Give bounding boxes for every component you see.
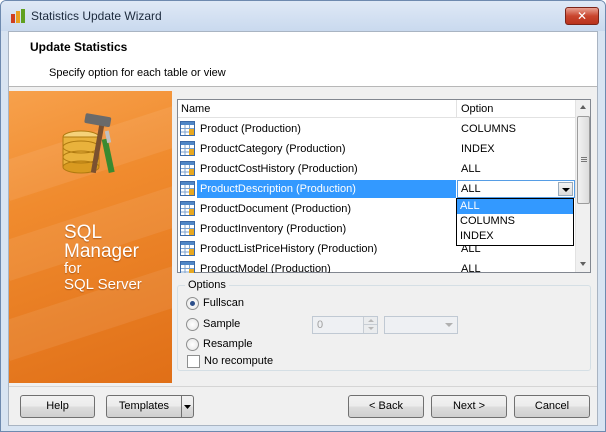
table-name: ProductInventory (Production) xyxy=(200,223,347,235)
table-icon xyxy=(180,201,195,216)
dropdown-option-columns[interactable]: COLUMNS xyxy=(457,214,573,229)
table-icon xyxy=(180,241,195,256)
brand-line: Manager xyxy=(64,241,139,262)
sample-value: 0 xyxy=(317,319,324,331)
grid-header: Name Option xyxy=(178,100,576,118)
table-name: ProductCategory (Production) xyxy=(200,143,346,155)
scroll-up-icon[interactable] xyxy=(576,100,591,115)
sample-radio[interactable] xyxy=(186,318,199,331)
scroll-down-icon[interactable] xyxy=(576,257,591,272)
next-button[interactable]: Next > xyxy=(431,395,507,418)
brand-line: SQL Server xyxy=(64,276,142,293)
option-dropdown-list[interactable]: ALL COLUMNS INDEX xyxy=(456,198,574,246)
title-bar[interactable]: Statistics Update Wizard ✕ xyxy=(1,1,605,31)
dropdown-option-all[interactable]: ALL xyxy=(457,199,573,214)
tables-grid[interactable]: Name Option Product (Production) COLUMNS… xyxy=(177,99,591,273)
sample-value-spinner: 0 xyxy=(312,316,378,334)
table-row[interactable]: Product (Production) COLUMNS xyxy=(178,119,576,139)
table-icon xyxy=(180,141,195,156)
table-icon xyxy=(180,181,195,196)
sample-label[interactable]: Sample xyxy=(203,318,240,330)
table-name: ProductDocument (Production) xyxy=(200,203,352,215)
table-name: ProductCostHistory (Production) xyxy=(200,163,358,175)
wizard-body: Update Statistics Specify option for eac… xyxy=(8,31,598,426)
table-row-selected[interactable]: ProductDescription (Production) ALL xyxy=(178,179,576,199)
dropdown-option-index[interactable]: INDEX xyxy=(457,229,573,244)
fullscan-label[interactable]: Fullscan xyxy=(203,297,244,309)
spin-down-icon xyxy=(363,325,377,333)
grid-rows: Product (Production) COLUMNS ProductCate… xyxy=(178,119,576,273)
product-brand-text: SQL Manager for SQL Server xyxy=(64,223,142,293)
option-combobox[interactable]: ALL xyxy=(457,180,575,198)
back-button[interactable]: < Back xyxy=(348,395,424,418)
table-name: ProductModel (Production) xyxy=(200,263,331,273)
sample-unit-combobox xyxy=(384,316,458,334)
table-icon xyxy=(180,161,195,176)
brand-line: for xyxy=(64,260,82,277)
chevron-down-icon xyxy=(184,405,191,409)
table-row[interactable]: ProductCategory (Production) INDEX xyxy=(178,139,576,159)
wizard-window: Statistics Update Wizard ✕ Update Statis… xyxy=(0,0,606,432)
brand-line: SQL xyxy=(64,222,103,243)
page-subtitle: Specify option for each table or view xyxy=(49,67,226,79)
templates-button[interactable]: Templates xyxy=(106,395,182,418)
table-icon xyxy=(180,261,195,273)
table-option[interactable]: ALL xyxy=(458,159,481,179)
chevron-down-icon xyxy=(441,318,456,332)
database-tools-icon xyxy=(62,113,115,174)
table-row[interactable]: ProductCostHistory (Production) ALL xyxy=(178,159,576,179)
cancel-button[interactable]: Cancel xyxy=(514,395,590,418)
wizard-sidebar-banner: SQL Manager for SQL Server xyxy=(9,91,172,383)
close-button[interactable]: ✕ xyxy=(565,7,599,25)
no-recompute-label[interactable]: No recompute xyxy=(204,355,273,367)
scroll-thumb[interactable] xyxy=(577,116,590,204)
sql-manager-app-icon xyxy=(11,9,25,23)
table-icon xyxy=(180,121,195,136)
grid-vertical-scrollbar[interactable] xyxy=(575,100,590,272)
option-combobox-value: ALL xyxy=(461,183,481,195)
options-group-legend: Options xyxy=(185,279,229,291)
grip-icon xyxy=(581,157,587,162)
table-name: ProductDescription (Production) xyxy=(200,183,356,195)
table-name: Product (Production) xyxy=(200,123,301,135)
window-title: Statistics Update Wizard xyxy=(31,9,162,23)
wizard-header: Update Statistics Specify option for eac… xyxy=(9,32,597,87)
resample-radio[interactable] xyxy=(186,338,199,351)
footer-divider xyxy=(9,386,597,387)
column-header-option[interactable]: Option xyxy=(458,100,576,118)
table-row[interactable]: ProductModel (Production) ALL xyxy=(178,259,576,273)
fullscan-radio[interactable] xyxy=(186,297,199,310)
table-icon xyxy=(180,221,195,236)
table-option[interactable]: INDEX xyxy=(458,139,495,159)
help-button[interactable]: Help xyxy=(20,395,95,418)
templates-menu-button[interactable] xyxy=(181,395,194,418)
resample-label[interactable]: Resample xyxy=(203,338,253,350)
spin-up-icon xyxy=(363,317,377,325)
column-header-name[interactable]: Name xyxy=(178,100,457,118)
no-recompute-checkbox[interactable] xyxy=(187,355,200,368)
page-title: Update Statistics xyxy=(30,40,128,54)
table-option[interactable]: COLUMNS xyxy=(458,119,516,139)
table-option[interactable]: ALL xyxy=(458,259,481,273)
chevron-down-icon[interactable] xyxy=(558,182,573,196)
table-name: ProductListPriceHistory (Production) xyxy=(200,243,378,255)
